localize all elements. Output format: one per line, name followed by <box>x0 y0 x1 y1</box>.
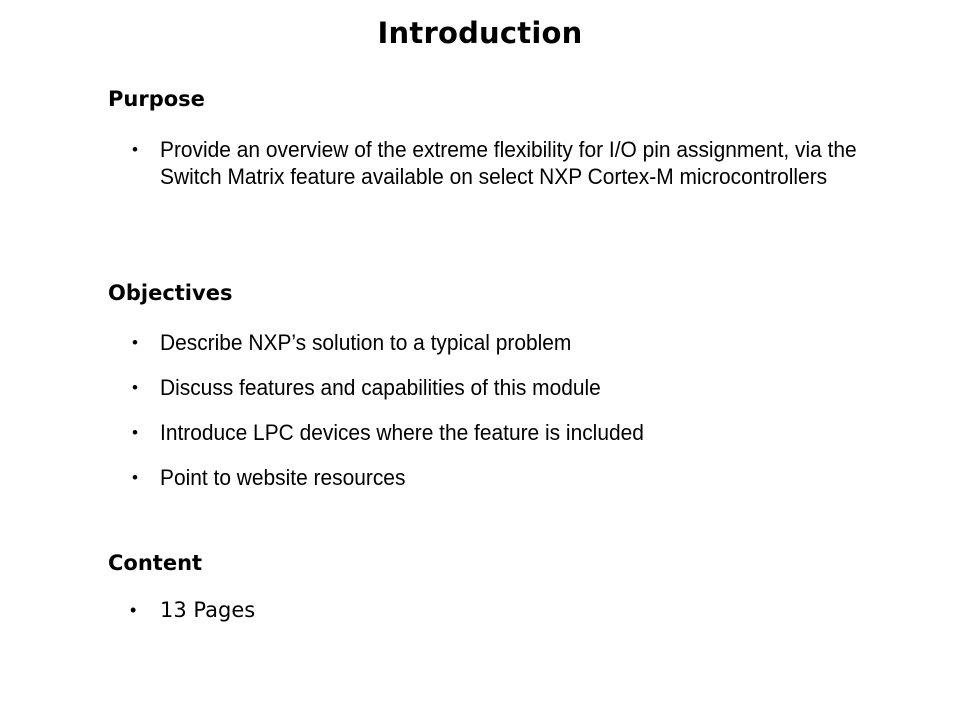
content-list: • 13 Pages <box>108 596 908 625</box>
list-item-label: Discuss features and capabilities of thi… <box>160 375 601 400</box>
list-item-label: Provide an overview of the extreme flexi… <box>160 137 857 189</box>
section-content: Content • 13 Pages <box>108 550 908 625</box>
list-item: • Point to website resources <box>108 463 908 492</box>
bullet-icon: • <box>132 468 138 487</box>
bullet-icon: • <box>130 600 137 620</box>
section-heading-content: Content <box>108 551 203 575</box>
list-item-label: Describe NXP’s solution to a typical pro… <box>160 330 572 355</box>
section-heading-objectives: Objectives <box>108 281 233 305</box>
list-item: • Provide an overview of the extreme fle… <box>108 136 908 190</box>
objectives-list: • Describe NXP’s solution to a typical p… <box>108 328 908 492</box>
list-item: • Describe NXP’s solution to a typical p… <box>108 328 908 357</box>
section-heading-purpose: Purpose <box>108 87 205 111</box>
bullet-icon: • <box>132 378 138 397</box>
bullet-icon: • <box>132 140 138 159</box>
section-objectives: Objectives • Describe NXP’s solution to … <box>108 280 908 492</box>
page-title: Introduction <box>377 16 583 50</box>
list-item-label: Introduce LPC devices where the feature … <box>160 420 644 445</box>
slide-canvas: Introduction Purpose • Provide an overvi… <box>0 0 960 720</box>
list-item: • 13 Pages <box>108 596 908 625</box>
section-purpose: Purpose • Provide an overview of the ext… <box>108 86 908 190</box>
bullet-icon: • <box>132 333 138 352</box>
list-item-label: 13 Pages <box>160 598 256 622</box>
list-item: • Introduce LPC devices where the featur… <box>108 418 908 447</box>
list-item: • Discuss features and capabilities of t… <box>108 373 908 402</box>
bullet-icon: • <box>132 423 138 442</box>
list-item-label: Point to website resources <box>160 465 406 490</box>
